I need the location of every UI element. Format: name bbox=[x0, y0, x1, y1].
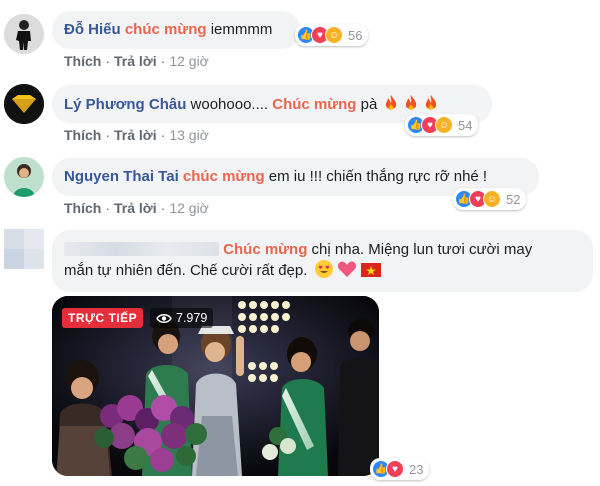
comment-highlight: Chúc mừng bbox=[223, 241, 308, 258]
fire-icon bbox=[385, 95, 396, 110]
reply-link[interactable]: Trả lời bbox=[114, 53, 157, 69]
reaction-count: 54 bbox=[458, 117, 473, 133]
user-avatar-icon bbox=[4, 14, 44, 54]
comment-author[interactable]: Đỗ Hiếu bbox=[64, 21, 121, 38]
heart-icon bbox=[337, 261, 356, 277]
like-link[interactable]: Thích bbox=[64, 53, 101, 69]
comment-photo[interactable]: TRỰC TIẾP 7.979 bbox=[52, 296, 379, 476]
comment-highlight: Chúc mừng bbox=[272, 96, 357, 113]
comment-actions: Thích · Trả lời · 13 giờ bbox=[64, 127, 209, 143]
avatar[interactable] bbox=[4, 14, 44, 54]
user-avatar-icon bbox=[4, 157, 44, 197]
comment-text: em iu !!! chiến thắng rực rỡ nhé ! bbox=[264, 168, 488, 185]
like-link[interactable]: Thích bbox=[64, 127, 101, 143]
live-badge: TRỰC TIẾP bbox=[62, 308, 144, 328]
blurred-author[interactable] bbox=[64, 242, 219, 256]
comment-author[interactable]: Nguyen Thai Tai bbox=[64, 168, 179, 185]
like-link[interactable]: Thích bbox=[64, 200, 101, 216]
reaction-count: 23 bbox=[409, 461, 424, 477]
haha-icon: ☺ bbox=[483, 190, 501, 208]
comment-actions: Thích · Trả lời · 12 giờ bbox=[64, 53, 209, 69]
avatar[interactable] bbox=[4, 84, 44, 124]
fire-icon bbox=[425, 95, 437, 110]
haha-icon: ☺ bbox=[325, 26, 343, 44]
haha-icon: ☺ bbox=[435, 116, 453, 134]
comment-text: pà bbox=[356, 96, 378, 113]
blurred-avatar-icon bbox=[4, 229, 44, 269]
view-count: 7.979 bbox=[176, 311, 208, 325]
comment-text: iemmmm bbox=[206, 21, 273, 38]
comment-author[interactable]: Lý Phương Châu bbox=[64, 96, 186, 113]
reply-link[interactable]: Trả lời bbox=[114, 127, 157, 143]
comment-text-line2: mắn tự nhiên đến. Chế cười rất đẹp. bbox=[64, 262, 308, 279]
comment-timestamp[interactable]: 12 giờ bbox=[169, 200, 209, 216]
reaction-summary[interactable]: 👍 ♥ 23 bbox=[370, 458, 430, 480]
comment-timestamp[interactable]: 12 giờ bbox=[169, 53, 209, 69]
heart-eyes-icon bbox=[314, 260, 333, 278]
comment-bubble: Chúc mừng chị nha. Miệng lun tươi cười m… bbox=[52, 230, 593, 292]
avatar[interactable] bbox=[4, 157, 44, 197]
vietnam-flag-icon bbox=[360, 263, 381, 277]
reaction-count: 56 bbox=[348, 27, 363, 43]
comment-actions: Thích · Trả lời · 12 giờ bbox=[64, 200, 209, 216]
diamond-logo-icon bbox=[4, 84, 44, 124]
reaction-summary[interactable]: 👍 ♥ ☺ 52 bbox=[453, 188, 527, 210]
eye-icon bbox=[156, 313, 172, 323]
comment-text: woohooo.... bbox=[186, 96, 273, 113]
view-counter: 7.979 bbox=[150, 308, 214, 328]
fire-icon bbox=[405, 95, 416, 110]
reaction-summary[interactable]: 👍 ♥ ☺ 56 bbox=[295, 24, 369, 46]
comment-bubble: Đỗ Hiếu chúc mừng iemmmm bbox=[52, 11, 300, 49]
love-icon: ♥ bbox=[386, 460, 404, 478]
reaction-count: 52 bbox=[506, 191, 521, 207]
avatar[interactable] bbox=[4, 229, 44, 269]
reply-link[interactable]: Trả lời bbox=[114, 200, 157, 216]
reaction-summary[interactable]: 👍 ♥ ☺ 54 bbox=[405, 114, 479, 136]
comment-highlight: chúc mừng bbox=[124, 21, 207, 38]
comment-timestamp[interactable]: 13 giờ bbox=[169, 127, 209, 143]
comment-text: chị nha. Miệng lun tươi cười may bbox=[307, 241, 533, 258]
comment-highlight: chúc mừng bbox=[182, 168, 265, 185]
